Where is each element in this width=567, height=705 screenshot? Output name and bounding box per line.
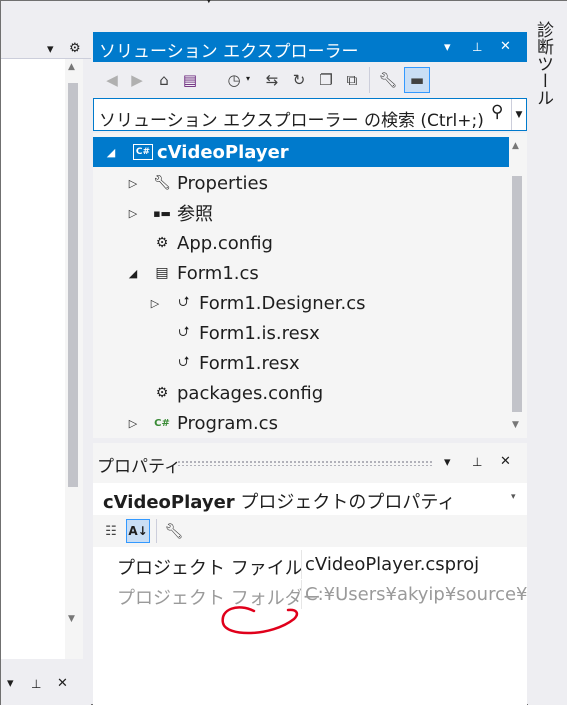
expander-collapsed-icon[interactable]: ▷ bbox=[147, 297, 163, 310]
tree-node-label: packages.config bbox=[177, 382, 324, 404]
tree-node-form1-is-resx[interactable]: ⮍ Form1.is.resx bbox=[147, 318, 320, 348]
tree-node-label: Form1.is.resx bbox=[199, 322, 320, 344]
references-icon: ▪▬ bbox=[153, 206, 171, 220]
wrench-icon[interactable]: 🔧︎ bbox=[377, 69, 399, 91]
properties-title: プロパティ bbox=[97, 457, 181, 477]
resx-file-icon: ⮍ bbox=[178, 324, 190, 340]
solution-explorer-title: ソリューション エクスプローラー bbox=[99, 42, 359, 62]
property-name: プロジェクト ファイル bbox=[117, 558, 303, 579]
tree-node-form1[interactable]: ◢ ▤ Form1.cs bbox=[125, 258, 259, 288]
object-selector-label: cVideoPlayer プロジェクトのプロパティ bbox=[103, 488, 455, 514]
left-bottom-pin-icon[interactable]: ⊥ bbox=[31, 678, 41, 690]
scroll-up-arrow-icon[interactable]: ▲ bbox=[68, 63, 75, 72]
pending-changes-filter-icon[interactable]: ◷ bbox=[223, 69, 245, 91]
search-placeholder: ソリューション エクスプローラー の検索 (Ctrl+;) bbox=[99, 111, 484, 131]
red-annotation-scribble bbox=[221, 606, 299, 635]
search-dropdown-button[interactable]: ▼ bbox=[511, 99, 526, 130]
csharp-file-icon: C# bbox=[154, 417, 170, 429]
tree-node-packages-config[interactable]: ⚙ packages.config bbox=[125, 378, 323, 408]
categorized-icon[interactable]: ☷ bbox=[100, 520, 122, 542]
tree-scroll-down-icon[interactable]: ▼ bbox=[512, 420, 519, 430]
config-file-icon: ⚙ bbox=[155, 385, 169, 401]
props-close-icon[interactable]: ✕ bbox=[500, 455, 511, 468]
tree-node-label: App.config bbox=[177, 232, 273, 254]
gear-icon[interactable]: ⚙ bbox=[69, 42, 81, 55]
tree-node-label: 参照 bbox=[177, 204, 213, 225]
diagnostic-tools-tab[interactable]: 診断ツール bbox=[532, 21, 556, 106]
tree-node-properties[interactable]: ▷ 🔧︎ Properties bbox=[125, 168, 268, 198]
property-row[interactable]: プロジェクト フォルダー C:¥Users¥akyip¥source¥re bbox=[111, 580, 546, 609]
preview-icon[interactable]: ▬ bbox=[404, 67, 430, 93]
sync-icon[interactable]: ⇆ bbox=[261, 69, 283, 91]
object-name: cVideoPlayer bbox=[103, 492, 235, 513]
right-tool-strip bbox=[528, 1, 567, 705]
object-type: プロジェクトのプロパティ bbox=[240, 492, 456, 513]
tree-node-app-config[interactable]: ⚙ App.config bbox=[125, 228, 273, 258]
wrench-icon: 🔧︎ bbox=[153, 175, 171, 191]
props-pin-icon[interactable]: ⊥ bbox=[472, 456, 482, 468]
forward-icon[interactable]: ▶ bbox=[126, 69, 148, 91]
tree-node-label: cVideoPlayer bbox=[157, 141, 289, 163]
csharp-file-icon: ⮍ bbox=[178, 294, 190, 310]
tree-node-label: Form1.cs bbox=[177, 262, 259, 284]
top-dropdown-arrow-icon[interactable]: ▼ bbox=[205, 0, 213, 5]
collapse-all-icon[interactable]: ❐ bbox=[315, 69, 337, 91]
chevron-down-icon[interactable]: ▾ bbox=[511, 492, 516, 502]
tree-node-program[interactable]: ▷ C# Program.cs bbox=[125, 408, 278, 438]
back-icon[interactable]: ◀ bbox=[101, 69, 123, 91]
expander-collapsed-icon[interactable]: ▷ bbox=[125, 207, 141, 220]
property-row[interactable]: プロジェクト ファイル cVideoPlayer.csproj bbox=[111, 550, 527, 579]
tree-node-form1-resx[interactable]: ⮍ Form1.resx bbox=[147, 348, 300, 378]
resx-file-icon: ⮍ bbox=[178, 354, 190, 370]
tree-node-label: Form1.Designer.cs bbox=[199, 292, 366, 314]
left-bottom-close-icon[interactable]: ✕ bbox=[57, 677, 68, 690]
tree-scroll-up-icon[interactable]: ▲ bbox=[512, 141, 519, 151]
scroll-down-arrow-icon[interactable]: ▼ bbox=[68, 615, 75, 624]
left-bottom-dropdown-button[interactable]: ▾ bbox=[7, 677, 14, 690]
alphabetical-sort-icon[interactable]: A↓ bbox=[126, 519, 150, 543]
toolbar-separator bbox=[156, 519, 157, 543]
home-icon[interactable]: ⌂ bbox=[153, 69, 175, 91]
expander-expanded-icon[interactable]: ◢ bbox=[125, 267, 141, 280]
csharp-project-icon: C# bbox=[133, 144, 153, 160]
expander-collapsed-icon[interactable]: ▷ bbox=[125, 177, 141, 190]
tree-node-label: Form1.resx bbox=[199, 352, 300, 374]
left-dropdown-button[interactable]: ▾ bbox=[47, 43, 54, 56]
tree-node-label: Program.cs bbox=[177, 412, 278, 434]
tree-node-label: Properties bbox=[177, 172, 268, 194]
refresh-icon[interactable]: ↻ bbox=[288, 69, 310, 91]
left-panel-content bbox=[1, 59, 65, 659]
tree-node-references[interactable]: ▷ ▪▬ 参照 bbox=[125, 198, 213, 228]
form-icon: ▤ bbox=[155, 265, 169, 281]
property-value: C:¥Users¥akyip¥source¥re bbox=[305, 584, 546, 605]
expander-collapsed-icon[interactable]: ▷ bbox=[125, 417, 141, 430]
property-pages-icon[interactable]: 🔧︎ bbox=[163, 520, 185, 542]
config-file-icon: ⚙ bbox=[155, 235, 169, 251]
se-dropdown-button[interactable]: ▾ bbox=[444, 40, 451, 55]
tree-node-form1-designer[interactable]: ▷ ⮍ Form1.Designer.cs bbox=[147, 288, 366, 318]
se-pin-icon[interactable]: ⊥ bbox=[472, 40, 482, 54]
tree-scroll-thumb[interactable] bbox=[512, 176, 522, 412]
property-value: cVideoPlayer.csproj bbox=[305, 554, 480, 575]
column-divider bbox=[301, 550, 302, 579]
toolbar-separator bbox=[369, 67, 370, 93]
tree-node-project[interactable]: ◢ C# cVideoPlayer bbox=[103, 137, 289, 167]
left-panel-scroll-thumb[interactable] bbox=[68, 83, 78, 487]
props-dropdown-button[interactable]: ▾ bbox=[444, 456, 451, 469]
title-grip bbox=[177, 460, 433, 466]
search-icon[interactable]: ⚲ bbox=[491, 102, 513, 126]
switch-views-icon[interactable]: ▤ bbox=[179, 69, 201, 91]
show-all-files-icon[interactable]: ⧉ bbox=[341, 69, 363, 91]
se-close-icon[interactable]: ✕ bbox=[500, 39, 511, 54]
properties-toolbar bbox=[93, 516, 527, 546]
filter-dropdown-icon[interactable]: ▾ bbox=[246, 74, 250, 83]
expander-expanded-icon[interactable]: ◢ bbox=[103, 146, 119, 159]
